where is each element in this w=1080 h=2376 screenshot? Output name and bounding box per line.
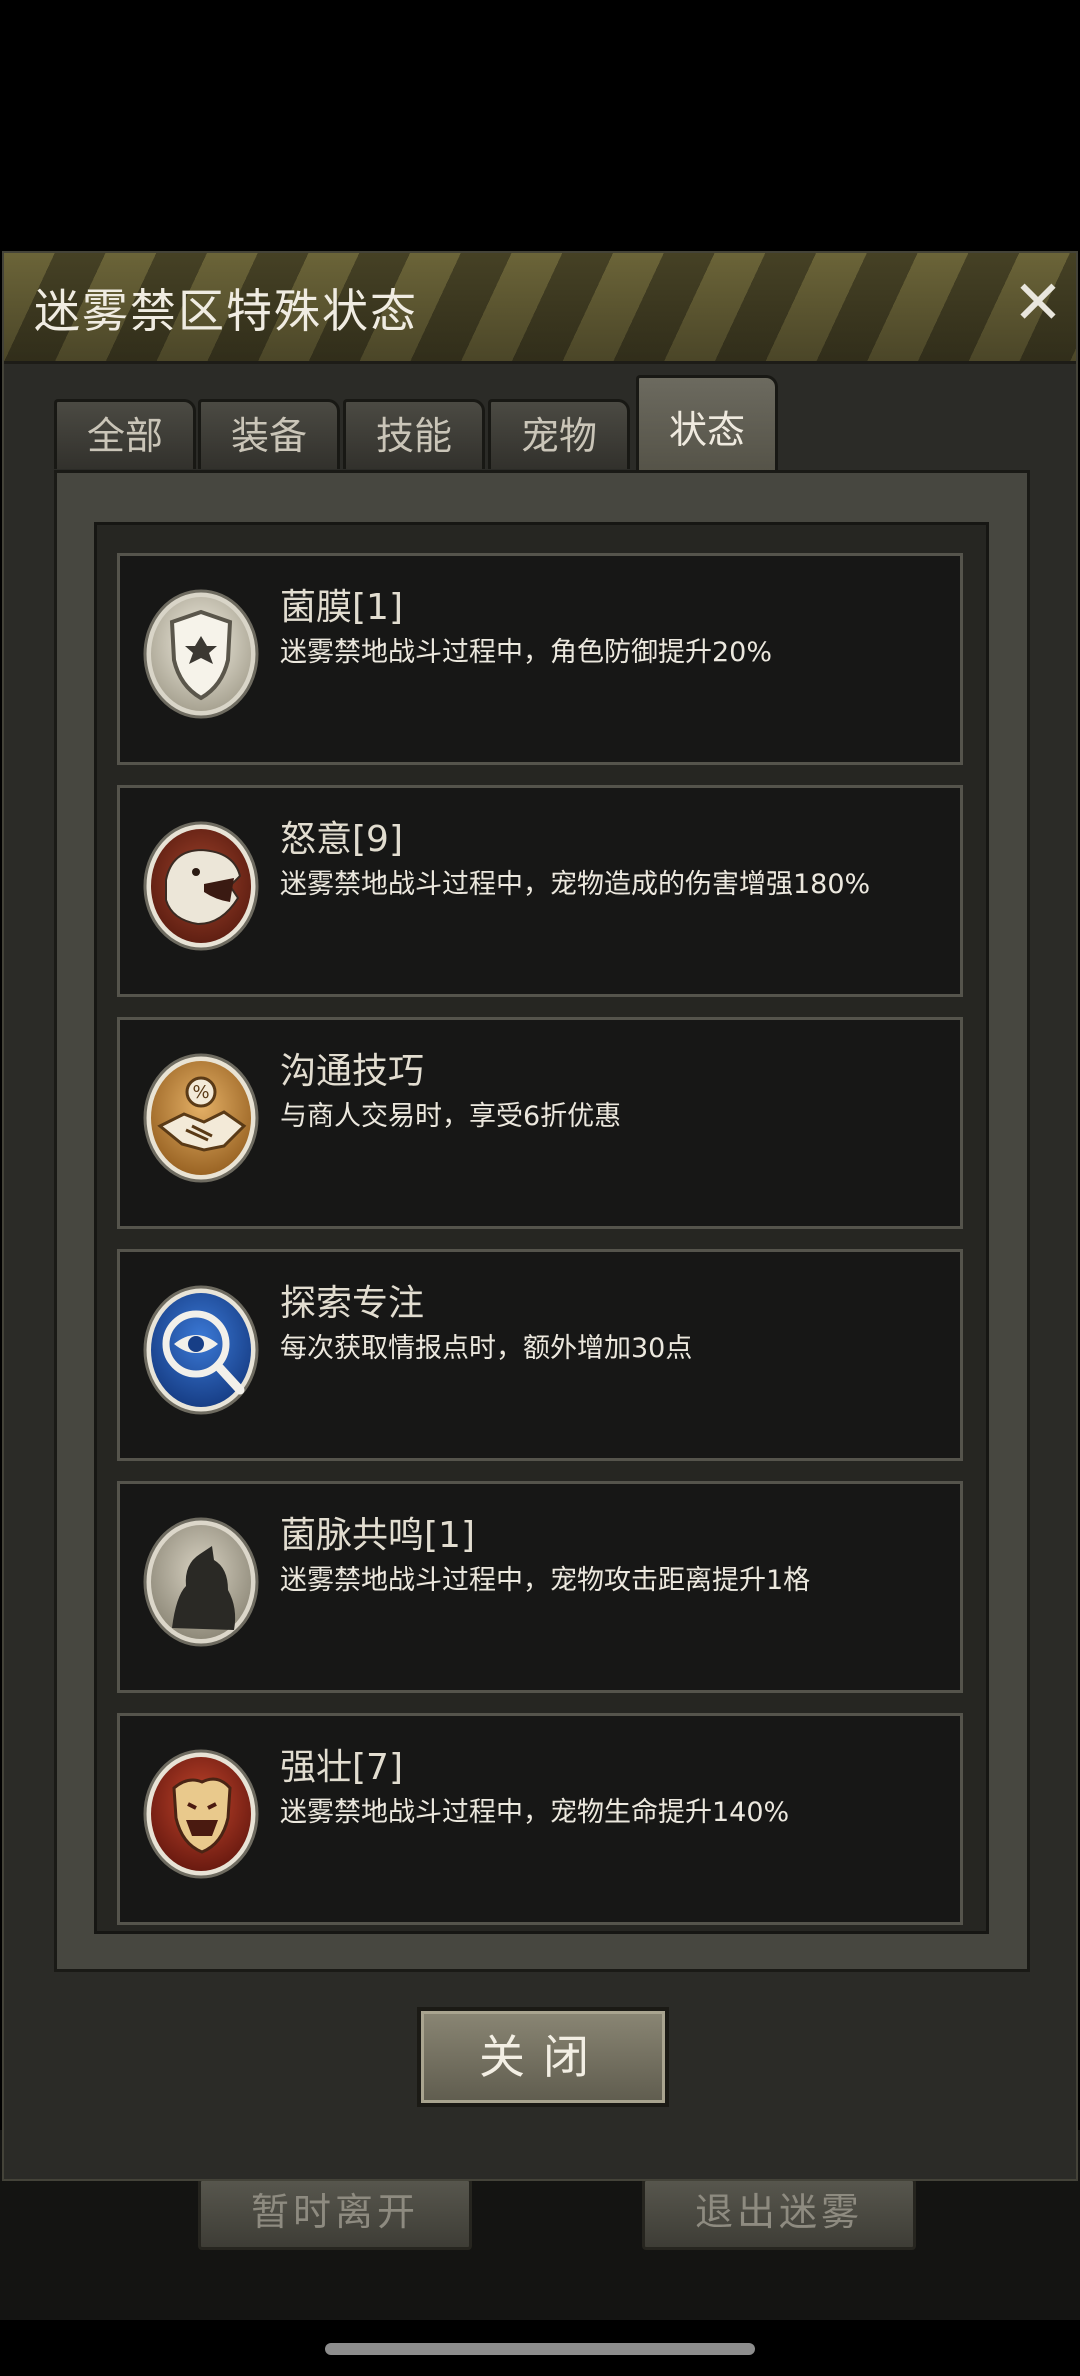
status-description: 与商人交易时，享受6折优惠 [280,1101,622,1132]
tab-skills[interactable]: 技能 [343,399,485,469]
status-dialog: 迷雾禁区特殊状态 ✕ 全部 装备 技能 宠物 状态 菌膜[1] 迷雾禁地战斗过程… [2,251,1078,2181]
tab-equipment[interactable]: 装备 [198,399,340,469]
status-name: 菌脉共鸣[1] [280,1515,475,1556]
status-name: 强壮[7] [280,1747,403,1788]
status-name: 沟通技巧 [280,1051,425,1092]
dialog-title: 迷雾禁区特殊状态 [34,284,418,338]
handshake-discount-icon: % [143,1053,259,1183]
roaring-beast-icon [143,821,259,951]
tab-status[interactable]: 状态 [636,375,778,471]
status-name: 怒意[9] [280,819,403,860]
status-card: 菌膜[1] 迷雾禁地战斗过程中，角色防御提升20% [117,553,963,765]
beast-silhouette-icon [143,1517,259,1647]
status-description: 每次获取情报点时，额外增加30点 [280,1333,693,1364]
svg-text:%: % [192,1082,209,1103]
status-card: 强壮[7] 迷雾禁地战斗过程中，宠物生命提升140% [117,1713,963,1925]
home-indicator[interactable] [325,2343,755,2355]
status-name: 探索专注 [280,1283,425,1324]
status-description: 迷雾禁地战斗过程中，宠物生命提升140% [280,1797,790,1828]
tab-pets[interactable]: 宠物 [488,399,630,469]
status-name: 菌膜[1] [280,587,403,628]
leave-temporarily-button: 暂时离开 [198,2178,472,2250]
status-card: 怒意[9] 迷雾禁地战斗过程中，宠物造成的伤害增强180% [117,785,963,997]
eye-magnifier-icon [143,1285,259,1415]
status-description: 迷雾禁地战斗过程中，宠物攻击距离提升1格 [280,1565,811,1596]
status-description: 迷雾禁地战斗过程中，角色防御提升20% [280,637,773,668]
content-panel: 菌膜[1] 迷雾禁地战斗过程中，角色防御提升20% 怒意[9] 迷雾禁地战斗过程… [54,470,1030,1972]
close-button[interactable]: 关闭 [417,2007,669,2107]
exit-fog-button: 退出迷雾 [642,2178,916,2250]
dialog-header: 迷雾禁区特殊状态 ✕ [4,253,1076,364]
status-card: % 沟通技巧 与商人交易时，享受6折优惠 [117,1017,963,1229]
shield-icon [143,589,259,719]
close-icon[interactable]: ✕ [1008,273,1068,335]
tab-all[interactable]: 全部 [54,399,196,469]
status-card: 探索专注 每次获取情报点时，额外增加30点 [117,1249,963,1461]
status-card: 菌脉共鸣[1] 迷雾禁地战斗过程中，宠物攻击距离提升1格 [117,1481,963,1693]
snarling-beast-icon [143,1749,259,1879]
status-description: 迷雾禁地战斗过程中，宠物造成的伤害增强180% [280,869,871,900]
status-list[interactable]: 菌膜[1] 迷雾禁地战斗过程中，角色防御提升20% 怒意[9] 迷雾禁地战斗过程… [94,522,989,1934]
